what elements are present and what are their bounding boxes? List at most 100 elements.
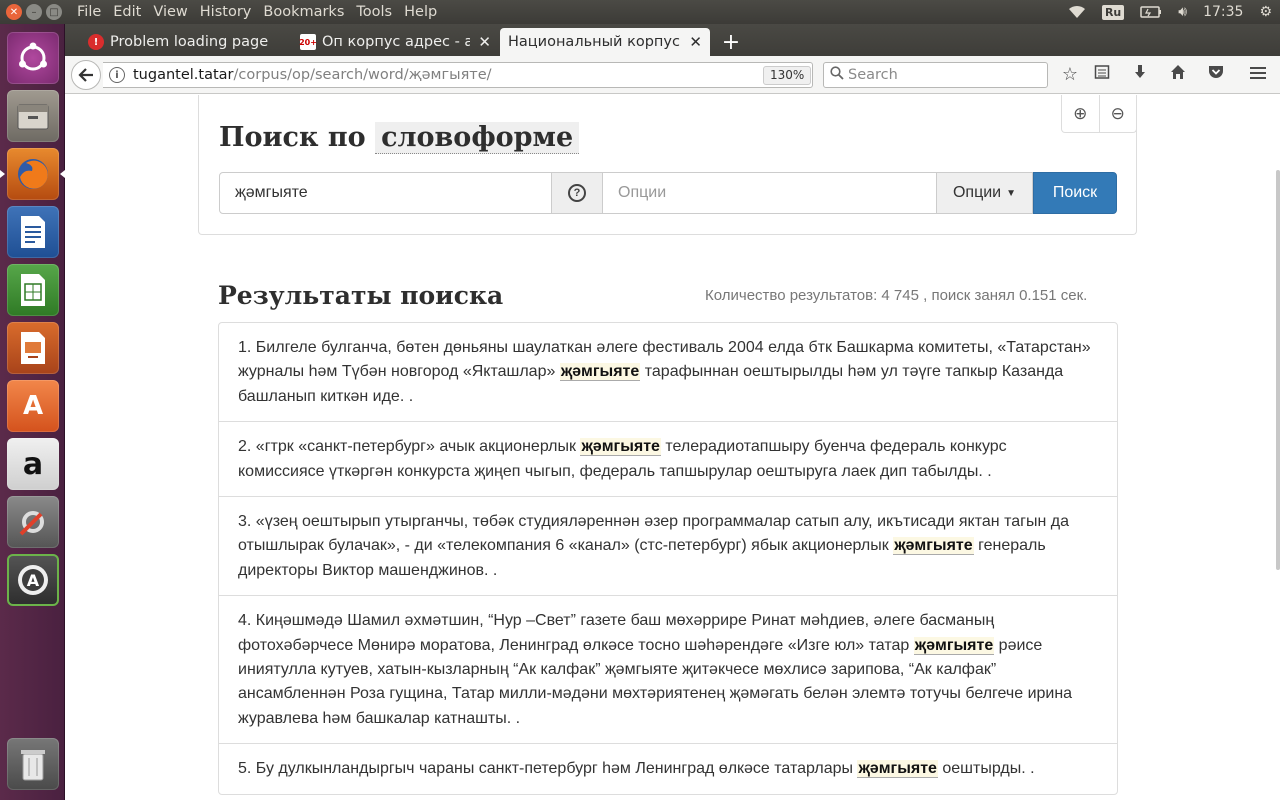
search-mode-selector[interactable]: словоформе [375, 122, 580, 154]
site-favicon: 20+ [299, 34, 317, 50]
gear-icon[interactable]: ⚙ [1259, 4, 1272, 20]
caret-down-icon: ▼ [1006, 187, 1017, 199]
result-text-before: 2. «гтрк «санкт-петербург» ачык акционер… [238, 438, 581, 456]
result-text-before: 4. Киңәшмәдә Шамил әхмәтшин, “Нур –Свет”… [238, 612, 995, 654]
options-dropdown-button[interactable]: Опции ▼ [937, 172, 1033, 214]
menu-help[interactable]: Help [398, 2, 443, 22]
menu-view[interactable]: View [147, 2, 193, 22]
info-icon[interactable]: i [109, 67, 125, 83]
menu-edit[interactable]: Edit [107, 2, 147, 22]
keyboard-layout-indicator[interactable]: Ru [1101, 4, 1125, 20]
libreoffice-calc-icon[interactable] [7, 264, 59, 316]
url-host: tugantel.tatar [133, 67, 234, 83]
menu-history[interactable]: History [194, 2, 258, 22]
software-updater-icon[interactable]: A [7, 554, 59, 606]
tab-bar: ! Problem loading page 20+ Оп корпус адр… [65, 24, 1280, 56]
search-bar[interactable]: Search [823, 62, 1048, 88]
window-close-button[interactable]: ✕ [6, 4, 22, 20]
new-tab-button[interactable]: + [717, 28, 745, 56]
ubuntu-dash-icon[interactable] [7, 32, 59, 84]
search-icon [830, 66, 844, 84]
software-center-glyph: A [22, 391, 44, 421]
menu-tools[interactable]: Tools [350, 2, 398, 22]
zoom-level-badge[interactable]: 130% [763, 66, 812, 85]
ubuntu-software-icon[interactable]: A [7, 380, 59, 432]
amazon-glyph: a [22, 446, 44, 482]
keyboard-layout-label: Ru [1101, 4, 1125, 20]
search-placeholder: Search [848, 67, 898, 83]
page-scrollbar[interactable] [1276, 170, 1280, 570]
battery-icon[interactable] [1140, 6, 1162, 18]
menu-bar: File Edit View History Bookmarks Tools H… [71, 2, 443, 22]
window-controls: ✕ – □ [6, 4, 62, 20]
result-item: 3. «үзең оештырып утырганчы, төбәк студи… [219, 496, 1117, 595]
pocket-icon[interactable] [1205, 64, 1227, 85]
result-text-before: 5. Бу дулкынландыргыч чараны санкт-петер… [238, 760, 858, 778]
zoom-out-icon[interactable]: ⊖ [1100, 95, 1137, 132]
indicators: Ru 🔊︎ 17:35 ⚙ [1060, 0, 1280, 24]
options-input[interactable]: Опции [603, 172, 937, 214]
tab-title: Оп корпус адрес - amо [322, 34, 471, 50]
result-item: 1. Билгеле булганча, бөтен дөньяны шаула… [219, 323, 1117, 421]
result-keyword[interactable]: җәмгыяте [913, 636, 995, 655]
svg-text:A: A [27, 571, 40, 590]
menu-file[interactable]: File [71, 2, 107, 22]
results-count: Количество результатов: 4 745 , поиск за… [705, 287, 1088, 304]
back-button[interactable] [71, 60, 101, 90]
zoom-in-icon[interactable]: ⊕ [1062, 95, 1100, 132]
results-list: 1. Билгеле булганча, бөтен дөньяны шаула… [218, 322, 1118, 795]
running-indicator [0, 170, 5, 178]
system-settings-icon[interactable] [7, 496, 59, 548]
close-tab-icon[interactable]: ✕ [478, 33, 491, 51]
home-icon[interactable] [1167, 64, 1189, 85]
results-heading: Результаты поиска [218, 281, 504, 310]
wifi-icon[interactable] [1068, 5, 1086, 19]
clock[interactable]: 17:35 [1203, 4, 1243, 20]
files-icon[interactable] [7, 90, 59, 142]
trash-icon[interactable] [7, 738, 59, 790]
zoom-controls: ⊕ ⊖ [1061, 95, 1137, 133]
url-text[interactable]: tugantel.tatar/corpus/op/search/word/җәм… [133, 67, 492, 83]
url-bar[interactable]: i tugantel.tatar/corpus/op/search/word/җ… [103, 62, 841, 88]
result-item: 4. Киңәшмәдә Шамил әхмәтшин, “Нур –Свет”… [219, 595, 1117, 743]
top-panel: ✕ – □ File Edit View History Bookmarks T… [0, 0, 1280, 24]
search-heading-prefix: Поиск по [219, 122, 366, 153]
amazon-icon[interactable]: a [7, 438, 59, 490]
tab-national-corpus[interactable]: Национальный корпус та ✕ [500, 28, 710, 56]
download-icon[interactable] [1129, 64, 1151, 85]
firefox-icon[interactable] [7, 148, 59, 200]
result-keyword[interactable]: җәмгыяте [580, 438, 661, 457]
search-heading: Поиск по словоформе [219, 122, 580, 154]
menu-bookmarks[interactable]: Bookmarks [257, 2, 350, 22]
window-maximize-button[interactable]: □ [46, 4, 62, 20]
error-icon: ! [88, 34, 104, 50]
search-panel: Поиск по словоформе җәмгыяте ? Опции Опц… [198, 95, 1137, 235]
libreoffice-impress-icon[interactable] [7, 322, 59, 374]
volume-icon[interactable]: 🔊︎ [1178, 4, 1187, 20]
page-content: Поиск по словоформе җәмгыяте ? Опции Опц… [65, 95, 1280, 800]
result-item: 5. Бу дулкынландыргыч чараны санкт-петер… [219, 743, 1117, 793]
window-minimize-button[interactable]: – [26, 4, 42, 20]
result-keyword[interactable]: җәмгыяте [857, 760, 938, 779]
nav-bar: i tugantel.tatar/corpus/op/search/word/җ… [65, 56, 1280, 94]
help-button[interactable]: ? [552, 172, 603, 214]
result-item: 2. «гтрк «санкт-петербург» ачык акционер… [219, 421, 1117, 496]
bookmark-star-icon[interactable]: ☆ [1059, 64, 1081, 85]
launcher: A a A [0, 24, 65, 800]
query-row: җәмгыяте ? Опции Опции ▼ Поиск [219, 172, 1117, 214]
close-tab-icon[interactable]: ✕ [689, 33, 702, 51]
result-text-after: оештырды. . [937, 760, 1035, 778]
search-button[interactable]: Поиск [1033, 172, 1117, 214]
reading-list-icon[interactable] [1091, 64, 1113, 85]
tab-problem-loading[interactable]: ! Problem loading page [80, 28, 292, 56]
query-input[interactable]: җәмгыяте [219, 172, 552, 214]
back-arrow-icon [78, 68, 93, 82]
tab-op-corpus[interactable]: 20+ Оп корпус адрес - amо ✕ [292, 28, 499, 56]
url-path: /corpus/op/search/word/җәмгыяте/ [233, 67, 492, 83]
libreoffice-writer-icon[interactable] [7, 206, 59, 258]
result-keyword[interactable]: җәмгыяте [559, 363, 641, 382]
hamburger-menu-icon[interactable] [1247, 64, 1269, 85]
tab-title: Национальный корпус та [508, 34, 681, 50]
result-keyword[interactable]: җәмгыяте [893, 537, 974, 556]
tab-title: Problem loading page [110, 34, 269, 50]
